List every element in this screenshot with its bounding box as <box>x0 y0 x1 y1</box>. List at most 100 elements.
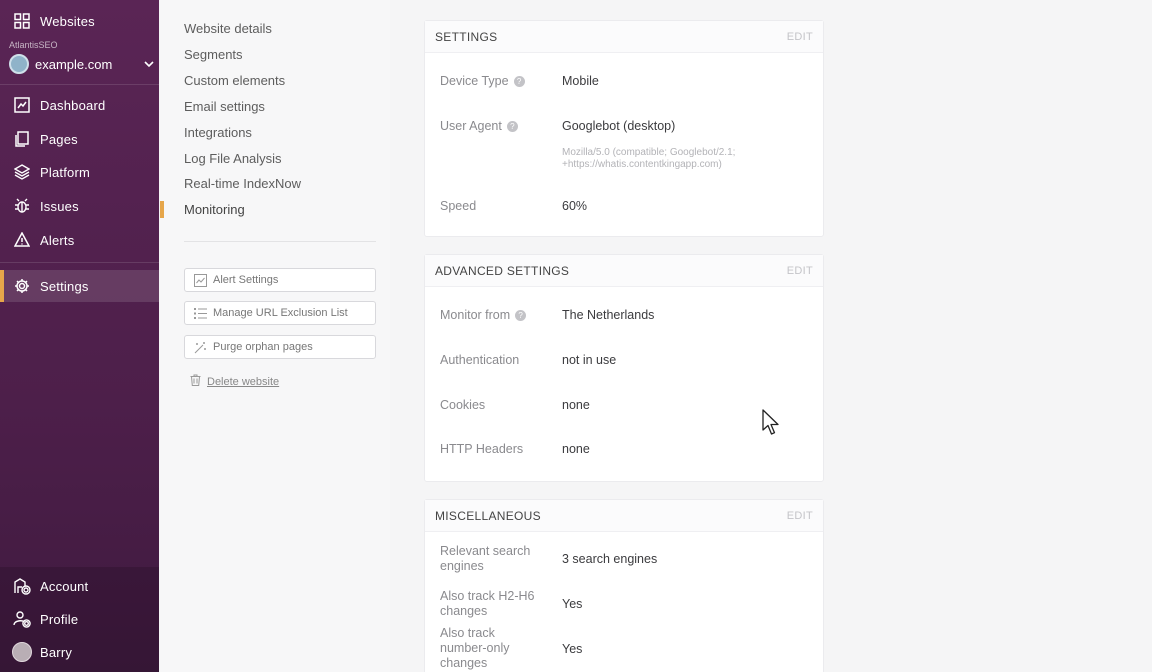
organization-label: AtlantisSEO <box>9 40 58 50</box>
field-label: Device Type <box>440 74 509 88</box>
number-only-label: Also track number-only changes <box>440 626 510 670</box>
avatar-wrapper <box>12 642 32 662</box>
speed-label: Speed <box>440 199 477 213</box>
card-title: MISCELLANEOUS <box>435 508 541 523</box>
edit-settings-button[interactable]: EDIT <box>787 31 813 43</box>
device-type-value: Mobile <box>562 74 599 88</box>
sidebar-item-dashboard[interactable]: Dashboard <box>0 88 159 122</box>
sidebar-item-label: Settings <box>40 278 89 294</box>
delete-website-link[interactable]: Delete website <box>190 374 279 389</box>
sidebar-item-label: Platform <box>40 164 91 180</box>
website-switcher[interactable]: example.com <box>9 53 154 75</box>
platform-icon <box>12 162 32 182</box>
h2-h6-label: Also track H2-H6 changes <box>440 589 535 618</box>
alert-settings-button[interactable]: Alert Settings <box>184 268 376 292</box>
sidebar-item-pages[interactable]: Pages <box>0 122 159 156</box>
settings-card: SETTINGS EDIT Device Type? Mobile User A… <box>424 20 824 237</box>
main-sidebar: Websites AtlantisSEO example.com Dashboa… <box>0 0 159 672</box>
field-label: Monitor from <box>440 308 511 322</box>
card-title: ADVANCED SETTINGS <box>435 263 570 278</box>
button-label: Purge orphan pages <box>213 341 313 353</box>
purge-orphan-pages-button[interactable]: Purge orphan pages <box>184 335 376 359</box>
search-engines-label: Relevant search engines <box>440 544 531 573</box>
card-header: ADVANCED SETTINGS EDIT <box>425 255 823 287</box>
website-favicon-icon <box>9 54 29 74</box>
sidebar-item-label: Profile <box>40 611 79 627</box>
sidebar-item-label: Barry <box>40 644 73 660</box>
edit-advanced-settings-button[interactable]: EDIT <box>787 265 813 277</box>
subnav-item-segments[interactable]: Segments <box>184 47 243 62</box>
button-label: Manage URL Exclusion List <box>213 307 348 319</box>
sidebar-item-label: Account <box>40 578 89 594</box>
subnav-item-log-file-analysis[interactable]: Log File Analysis <box>184 151 282 166</box>
chevron-down-icon <box>144 55 154 73</box>
subnav-item-custom-elements[interactable]: Custom elements <box>184 73 285 88</box>
trash-icon <box>190 374 201 389</box>
account-gear-icon <box>12 576 32 596</box>
miscellaneous-card: MISCELLANEOUS EDIT Relevant search engin… <box>424 499 824 672</box>
sidebar-item-websites[interactable]: Websites <box>0 4 159 38</box>
button-label: Alert Settings <box>213 274 279 286</box>
h2-h6-value: Yes <box>562 597 583 611</box>
subnav-item-monitoring[interactable]: Monitoring <box>184 202 245 217</box>
subnav-divider <box>184 241 376 242</box>
sidebar-item-label: Issues <box>40 198 79 214</box>
http-headers-label: HTTP Headers <box>440 442 524 456</box>
avatar <box>12 642 32 662</box>
user-agent-value: Googlebot (desktop) <box>562 119 676 133</box>
subnav-item-integrations[interactable]: Integrations <box>184 125 252 140</box>
subnav-item-realtime-indexnow[interactable]: Real-time IndexNow <box>184 176 301 191</box>
sidebar-item-label: Pages <box>40 131 78 147</box>
cookies-label: Cookies <box>440 398 486 412</box>
sidebar-divider <box>0 84 159 85</box>
card-header: MISCELLANEOUS EDIT <box>425 500 823 532</box>
sidebar-item-label: Alerts <box>40 232 75 248</box>
pages-icon <box>12 129 32 149</box>
subnav-item-website-details[interactable]: Website details <box>184 21 272 36</box>
advanced-settings-card: ADVANCED SETTINGS EDIT Monitor from? The… <box>424 254 824 482</box>
gear-icon <box>12 276 32 296</box>
user-agent-label: User Agent? <box>440 119 518 134</box>
edit-miscellaneous-button[interactable]: EDIT <box>787 510 813 522</box>
sidebar-item-user[interactable]: Barry <box>0 635 159 669</box>
authentication-value: not in use <box>562 353 617 367</box>
manage-url-exclusion-list-button[interactable]: Manage URL Exclusion List <box>184 301 376 325</box>
sidebar-footer: Account Profile Barry <box>0 567 159 672</box>
website-name: example.com <box>35 56 113 72</box>
bug-icon <box>12 196 32 216</box>
sidebar-item-label: Dashboard <box>40 97 106 113</box>
user-agent-string: Mozilla/5.0 (compatible; Googlebot/2.1; … <box>562 147 736 170</box>
list-icon <box>193 306 207 320</box>
card-title: SETTINGS <box>435 29 498 44</box>
help-icon[interactable]: ? <box>513 76 525 87</box>
speed-value: 60% <box>562 199 588 213</box>
grid-icon <box>12 11 32 31</box>
card-header: SETTINGS EDIT <box>425 21 823 53</box>
field-label: User Agent <box>440 119 502 133</box>
sidebar-item-settings[interactable]: Settings <box>0 270 159 302</box>
help-icon[interactable]: ? <box>506 121 518 132</box>
sidebar-item-issues[interactable]: Issues <box>0 189 159 223</box>
magic-wand-icon <box>193 340 207 354</box>
device-type-label: Device Type? <box>440 74 525 89</box>
sidebar-divider <box>0 262 159 263</box>
sidebar-item-profile[interactable]: Profile <box>0 602 159 636</box>
monitor-from-value: The Netherlands <box>562 308 655 322</box>
sidebar-item-account[interactable]: Account <box>0 569 159 603</box>
active-subnav-marker <box>160 201 164 218</box>
delete-website-label: Delete website <box>207 375 280 388</box>
cookies-value: none <box>562 398 590 412</box>
sidebar-item-label: Websites <box>40 13 95 29</box>
http-headers-value: none <box>562 442 590 456</box>
warning-icon <box>12 230 32 250</box>
settings-subnav: Website details Segments Custom elements… <box>160 0 390 672</box>
number-only-value: Yes <box>562 642 583 656</box>
authentication-label: Authentication <box>440 353 520 367</box>
subnav-item-email-settings[interactable]: Email settings <box>184 99 265 114</box>
sidebar-item-alerts[interactable]: Alerts <box>0 223 159 257</box>
help-icon[interactable]: ? <box>515 310 527 321</box>
monitor-from-label: Monitor from? <box>440 308 527 323</box>
profile-gear-icon <box>12 609 32 629</box>
chart-icon <box>193 273 207 287</box>
sidebar-item-platform[interactable]: Platform <box>0 155 159 189</box>
